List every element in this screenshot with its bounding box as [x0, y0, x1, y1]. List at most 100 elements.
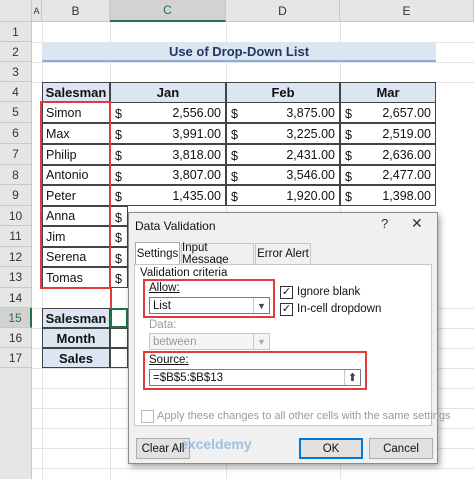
row-header[interactable]: 15: [0, 308, 32, 328]
row-header[interactable]: 6: [0, 123, 32, 144]
table-cell-jan[interactable]: $3,818.00: [110, 144, 226, 165]
ok-button[interactable]: OK: [299, 438, 363, 459]
table-cell-jan[interactable]: $1,435.00: [110, 185, 226, 206]
lookup-label-salesman[interactable]: Salesman: [42, 308, 110, 328]
apply-all-checkbox: [141, 410, 154, 423]
lookup-value-month[interactable]: [110, 328, 128, 348]
currency-symbol: $: [115, 231, 122, 245]
currency-symbol: $: [231, 170, 238, 184]
table-cell-jan[interactable]: $: [110, 267, 128, 288]
row-header[interactable]: 9: [0, 185, 32, 206]
row-header[interactable]: 13: [0, 267, 32, 288]
table-cell-jan[interactable]: $3,991.00: [110, 123, 226, 144]
row-header[interactable]: 3: [0, 62, 32, 82]
row-header[interactable]: 12: [0, 247, 32, 267]
row-header[interactable]: 2: [0, 42, 32, 62]
highlight-allow: [143, 279, 275, 318]
row-label: 13: [8, 270, 23, 284]
connector-line: [110, 288, 112, 310]
table-cell-feb[interactable]: $2,431.00: [226, 144, 340, 165]
cell-value: 2,556.00: [172, 105, 221, 120]
column-header-a[interactable]: A: [32, 0, 42, 22]
validation-criteria-label: Validation criteria: [140, 267, 228, 279]
row-header[interactable]: 7: [0, 144, 32, 165]
currency-symbol: $: [231, 149, 238, 163]
highlight-name-range: [40, 101, 111, 289]
table-cell-feb[interactable]: $3,875.00: [226, 102, 340, 123]
lookup-label-month[interactable]: Month: [42, 328, 110, 348]
row-label: 15: [8, 310, 22, 325]
row-label: 1: [12, 24, 19, 39]
help-icon[interactable]: ?: [381, 216, 388, 231]
lookup-label-text: Sales: [59, 350, 93, 366]
row-header[interactable]: 10: [0, 206, 32, 226]
currency-symbol: $: [345, 107, 352, 121]
table-cell-mar[interactable]: $2,657.00: [340, 102, 436, 123]
row-label: 2: [12, 44, 19, 59]
table-cell-feb[interactable]: $1,920.00: [226, 185, 340, 206]
table-cell-feb[interactable]: $3,546.00: [226, 165, 340, 185]
header-salesman[interactable]: Salesman: [42, 82, 110, 103]
active-cell[interactable]: [110, 308, 128, 328]
row-header[interactable]: 11: [0, 226, 32, 247]
highlight-source: [143, 351, 367, 390]
row-header[interactable]: 4: [0, 82, 32, 102]
sheet-title[interactable]: Use of Drop-Down List: [42, 42, 436, 62]
table-cell-mar[interactable]: $1,398.00: [340, 185, 436, 206]
currency-symbol: $: [115, 170, 122, 184]
cell-value: 3,546.00: [286, 168, 335, 182]
column-header-e[interactable]: E: [340, 0, 474, 22]
lookup-value-sales[interactable]: [110, 348, 128, 368]
tab-settings[interactable]: Settings: [135, 242, 180, 265]
ignore-blank-checkbox[interactable]: ✓: [280, 286, 293, 299]
data-label: Data:: [149, 319, 177, 331]
column-header-d[interactable]: D: [226, 0, 340, 22]
tab-label: Error Alert: [257, 248, 309, 260]
currency-symbol: $: [115, 272, 122, 286]
row-label: 7: [12, 147, 19, 161]
currency-symbol: $: [345, 190, 352, 204]
currency-symbol: $: [231, 128, 238, 142]
row-header[interactable]: 17: [0, 348, 32, 368]
row-header[interactable]: 16: [0, 328, 32, 348]
column-header-b[interactable]: B: [42, 0, 110, 22]
table-cell-mar[interactable]: $2,519.00: [340, 123, 436, 144]
row-header[interactable]: 5: [0, 102, 32, 123]
table-cell-mar[interactable]: $2,477.00: [340, 165, 436, 185]
table-cell-jan[interactable]: $2,556.00: [110, 102, 226, 123]
row-header[interactable]: 8: [0, 165, 32, 185]
cancel-button[interactable]: Cancel: [369, 438, 433, 459]
lookup-label-sales[interactable]: Sales: [42, 348, 110, 368]
row-header[interactable]: 14: [0, 288, 32, 308]
table-cell-jan[interactable]: $3,807.00: [110, 165, 226, 185]
table-cell-jan[interactable]: $: [110, 226, 128, 247]
row-header[interactable]: 1: [0, 22, 32, 42]
table-cell-feb[interactable]: $3,225.00: [226, 123, 340, 144]
column-header-c[interactable]: C: [110, 0, 226, 22]
table-cell-jan[interactable]: $: [110, 206, 128, 226]
tab-input-message[interactable]: Input Message: [181, 242, 254, 266]
table-cell-mar[interactable]: $2,636.00: [340, 144, 436, 165]
select-all-corner[interactable]: [0, 0, 32, 22]
cell-value: 2,636.00: [382, 147, 431, 162]
column-label: B: [71, 3, 80, 18]
header-label: Jan: [156, 85, 180, 100]
row-label: 8: [12, 167, 19, 182]
table-cell-jan[interactable]: $: [110, 247, 128, 267]
tab-error-alert[interactable]: Error Alert: [255, 243, 311, 264]
currency-symbol: $: [231, 107, 238, 121]
header-jan[interactable]: Jan: [110, 82, 226, 103]
cell-value: 3,225.00: [286, 126, 335, 141]
dialog-title: Data Validation: [135, 219, 216, 233]
button-label: OK: [322, 442, 340, 455]
incell-dropdown-checkbox[interactable]: ✓: [280, 303, 293, 316]
row-label: 3: [12, 64, 19, 79]
header-feb[interactable]: Feb: [226, 82, 340, 103]
header-mar[interactable]: Mar: [340, 82, 436, 103]
row-label: 6: [12, 126, 19, 140]
row-label: 14: [8, 290, 23, 305]
column-label: D: [278, 3, 287, 18]
cell-value: 2,657.00: [382, 105, 431, 120]
lookup-label-text: Month: [56, 330, 96, 346]
close-icon[interactable]: ✕: [411, 215, 423, 232]
